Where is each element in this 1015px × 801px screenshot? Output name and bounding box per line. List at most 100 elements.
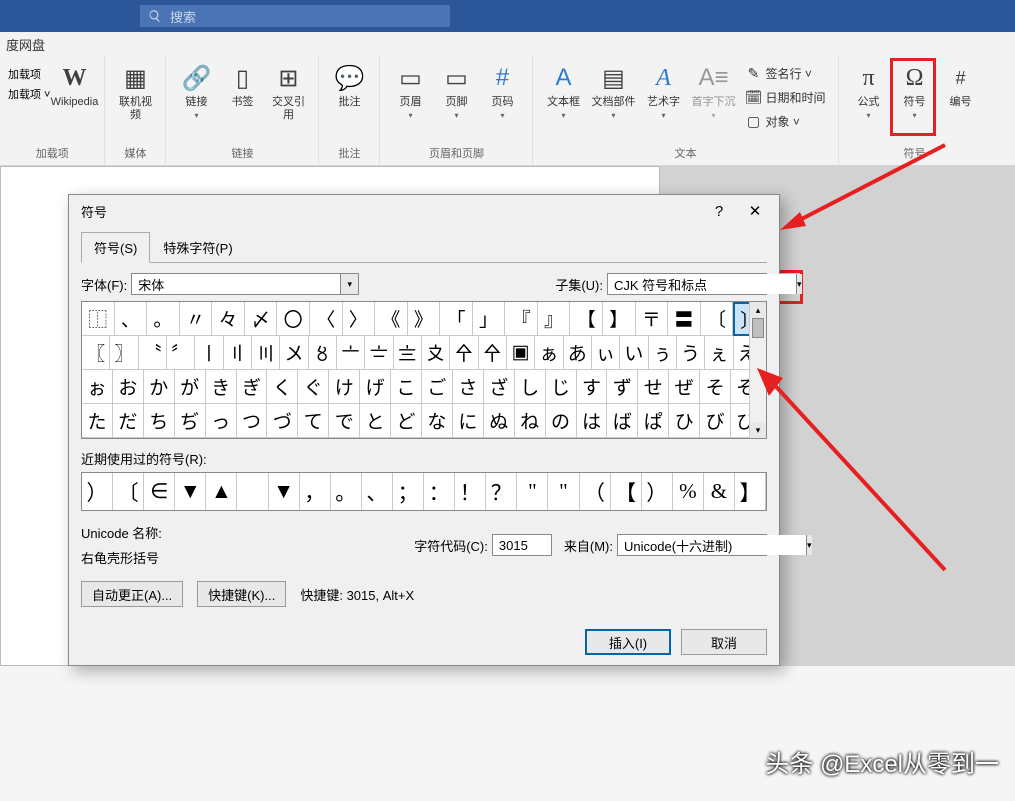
chevron-down-icon[interactable]: ▾ xyxy=(806,535,812,555)
recent-symbol-cell[interactable]: 〔 xyxy=(113,473,144,510)
subset-input[interactable] xyxy=(608,274,796,294)
symbol-cell[interactable]: 〝 xyxy=(139,336,167,370)
dropcap-button[interactable]: A≡ 首字下沉 ▾ xyxy=(687,60,739,124)
symbol-cell[interactable]: ぃ xyxy=(592,336,620,370)
recent-symbol-cell[interactable]: 【 xyxy=(611,473,642,510)
addons-sub-btn[interactable]: 加载项 ˅ xyxy=(8,86,50,102)
font-input[interactable] xyxy=(132,274,340,294)
subset-combo[interactable]: ▾ xyxy=(607,273,767,295)
cancel-button[interactable]: 取消 xyxy=(681,629,767,655)
symbol-cell[interactable]: ざ xyxy=(484,370,515,404)
wordart-button[interactable]: A 艺术字 ▾ xyxy=(641,60,685,124)
header-button[interactable]: ▭ 页眉 ▾ xyxy=(388,60,432,124)
symbol-cell[interactable]: せ xyxy=(638,370,669,404)
recent-symbol-cell[interactable] xyxy=(237,473,268,510)
symbol-cell[interactable]: づ xyxy=(267,404,298,438)
symbol-cell[interactable]: い xyxy=(620,336,648,370)
symbol-cell[interactable]: 〈 xyxy=(310,302,343,336)
tab-special-chars[interactable]: 特殊字符(P) xyxy=(150,232,245,263)
online-video-button[interactable]: ▦ 联机视频 xyxy=(113,60,157,126)
symbol-cell[interactable]: だ xyxy=(113,404,144,438)
recent-symbol-cell[interactable]: 】 xyxy=(735,473,766,510)
help-button[interactable]: ? xyxy=(701,197,737,225)
symbol-cell[interactable]: う xyxy=(677,336,705,370)
symbol-cell[interactable]: 】 xyxy=(603,302,636,336)
symbol-cell[interactable]: 〔 xyxy=(701,302,734,336)
shortcut-button[interactable]: 快捷键(K)... xyxy=(197,581,286,607)
symbol-cell[interactable]: が xyxy=(175,370,206,404)
grid-scrollbar[interactable]: ▴ ▾ xyxy=(749,302,766,438)
symbol-cell[interactable]: 〦 xyxy=(337,336,365,370)
symbol-cell[interactable]: ぬ xyxy=(484,404,515,438)
recent-symbol-cell[interactable]: ▲ xyxy=(206,473,237,510)
equation-button[interactable]: π 公式 ▾ xyxy=(847,60,891,124)
symbol-cell[interactable]: は xyxy=(577,404,608,438)
symbol-cell[interactable]: の xyxy=(546,404,577,438)
symbol-cell[interactable]: 〃 xyxy=(180,302,213,336)
symbol-cell[interactable]: ▣ xyxy=(507,336,535,370)
recent-symbol-cell[interactable]: ？ xyxy=(486,473,517,510)
signature-button[interactable]: ✎签名行 ˅ xyxy=(745,62,825,84)
symbol-cell[interactable]: か xyxy=(144,370,175,404)
recent-symbol-cell[interactable]: ∈ xyxy=(144,473,175,510)
search-box[interactable]: 搜索 xyxy=(140,5,450,27)
symbol-cell[interactable]: ひ xyxy=(669,404,700,438)
symbol-cell[interactable]: つ xyxy=(237,404,268,438)
symbol-cell[interactable]: た xyxy=(82,404,113,438)
symbol-cell[interactable]: 㐃 xyxy=(450,336,478,370)
symbol-cell[interactable]: ぇ xyxy=(705,336,733,370)
symbol-cell[interactable]: 。 xyxy=(147,302,180,336)
symbol-cell[interactable]: な xyxy=(422,404,453,438)
symbol-cell[interactable]: ぱ xyxy=(638,404,669,438)
addons-btn[interactable]: 加载项 xyxy=(8,66,50,82)
symbol-cell[interactable]: さ xyxy=(453,370,484,404)
scroll-up-icon[interactable]: ▴ xyxy=(750,302,766,318)
symbol-cell[interactable]: ぢ xyxy=(175,404,206,438)
symbol-cell[interactable]: き xyxy=(206,370,237,404)
symbol-cell[interactable]: ぅ xyxy=(649,336,677,370)
symbol-button[interactable]: Ω 符号 ▾ xyxy=(893,60,937,124)
symbol-cell[interactable]: し xyxy=(515,370,546,404)
scroll-thumb[interactable] xyxy=(752,318,764,338)
symbol-cell[interactable]: 〉 xyxy=(343,302,376,336)
symbol-cell[interactable]: ち xyxy=(144,404,175,438)
recent-symbol-cell[interactable]: ▼ xyxy=(269,473,300,510)
chevron-down-icon[interactable]: ▾ xyxy=(340,274,358,294)
close-button[interactable]: ✕ xyxy=(737,197,773,225)
object-button[interactable]: ▢对象 ˅ xyxy=(745,110,825,132)
symbol-cell[interactable]: っ xyxy=(206,404,237,438)
symbol-cell[interactable]: 〧 xyxy=(365,336,393,370)
number-button[interactable]: # 编号 xyxy=(939,60,983,113)
symbol-cell[interactable]: こ xyxy=(391,370,422,404)
recent-symbol-cell[interactable]: ； xyxy=(393,473,424,510)
symbol-cell[interactable]: に xyxy=(453,404,484,438)
symbol-cell[interactable]: 〥 xyxy=(309,336,337,370)
symbol-cell[interactable]: 〢 xyxy=(224,336,252,370)
scroll-down-icon[interactable]: ▾ xyxy=(750,422,766,438)
symbol-cell[interactable]: 〩 xyxy=(422,336,450,370)
symbol-cell[interactable]: げ xyxy=(360,370,391,404)
symbol-cell[interactable]: 』 xyxy=(538,302,571,336)
symbol-cell[interactable]: お xyxy=(113,370,144,404)
charcode-input[interactable] xyxy=(492,534,552,556)
recent-symbol-cell[interactable]: " xyxy=(548,473,579,510)
symbol-cell[interactable]: そ xyxy=(700,370,731,404)
comment-button[interactable]: 💬 批注 xyxy=(327,60,371,113)
symbol-cell[interactable]: び xyxy=(700,404,731,438)
chevron-down-icon[interactable]: ▾ xyxy=(796,274,802,294)
recent-symbol-cell[interactable]: & xyxy=(704,473,735,510)
symbol-cell[interactable]: 【 xyxy=(570,302,603,336)
from-input[interactable] xyxy=(618,535,806,555)
symbol-cell[interactable]: ば xyxy=(607,404,638,438)
symbol-cell[interactable]: 「 xyxy=(440,302,473,336)
symbol-cell[interactable]: 〒 xyxy=(636,302,669,336)
symbol-cell[interactable]: す xyxy=(577,370,608,404)
symbol-cell[interactable]: て xyxy=(298,404,329,438)
symbol-cell[interactable]: 『 xyxy=(505,302,538,336)
symbol-cell[interactable]: あ xyxy=(564,336,592,370)
symbol-cell[interactable]: 《 xyxy=(375,302,408,336)
symbol-cell[interactable]: 》 xyxy=(408,302,441,336)
symbol-cell[interactable]: ぉ xyxy=(82,370,113,404)
symbol-cell[interactable]: ぎ xyxy=(237,370,268,404)
symbol-cell[interactable]: 〗 xyxy=(110,336,138,370)
